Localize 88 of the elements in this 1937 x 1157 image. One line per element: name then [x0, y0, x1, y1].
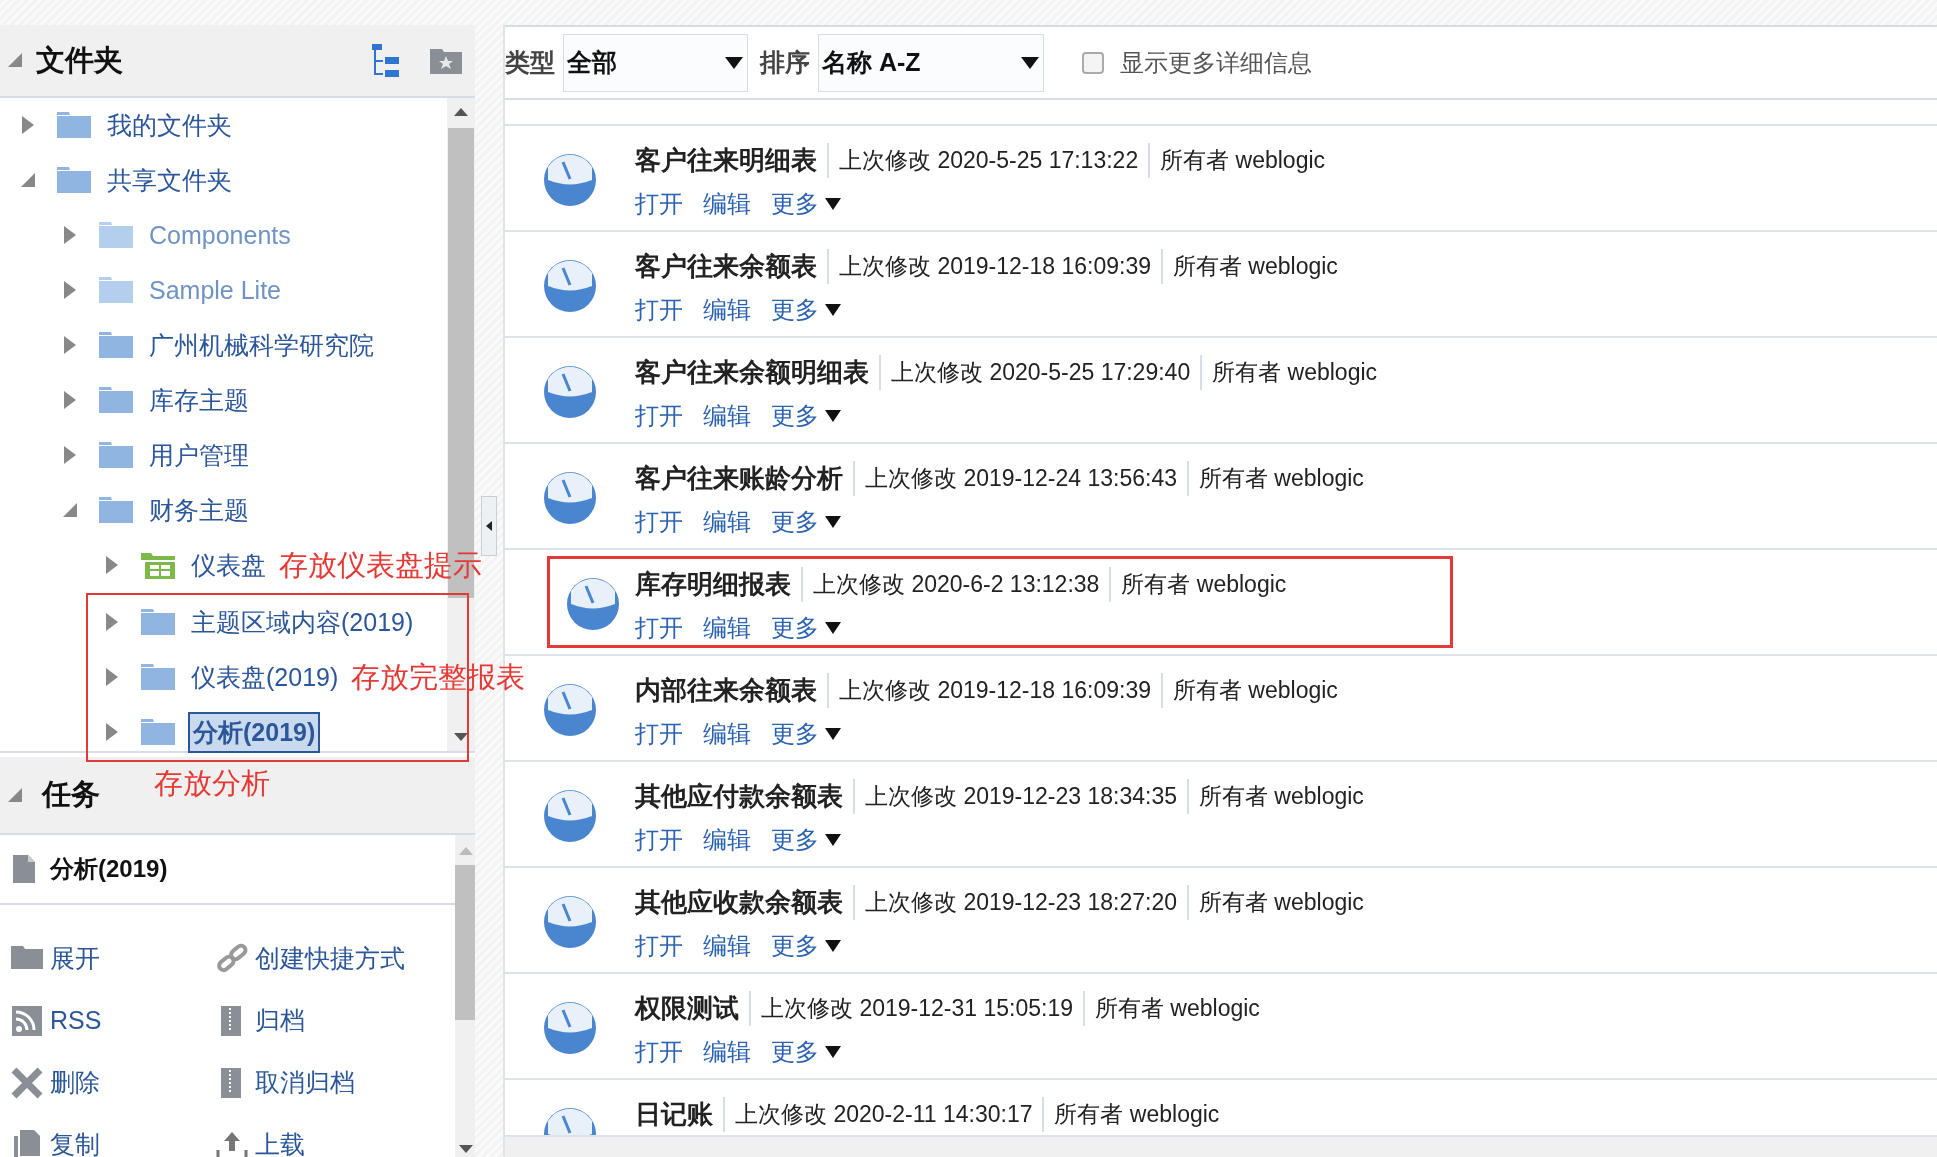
- modified-time: 上次修改 2020-2-11 14:30:17: [723, 1097, 1033, 1132]
- folder-name[interactable]: 库存主题: [146, 381, 252, 420]
- more-menu-link[interactable]: 更多: [771, 186, 841, 222]
- task-action-link[interactable]: 展开: [10, 936, 215, 981]
- report-title[interactable]: 客户往来账龄分析: [635, 459, 843, 498]
- modified-time: 上次修改 2020-5-25 17:13:22: [827, 143, 1139, 178]
- more-menu-link[interactable]: 更多: [771, 504, 841, 540]
- action-link[interactable]: 编辑: [703, 292, 751, 328]
- owner: 所有者 weblogic: [1160, 673, 1338, 708]
- modified-time: 上次修改 2020-6-2 13:12:38: [801, 567, 1100, 602]
- task-action-link[interactable]: 取消归档: [215, 1060, 455, 1105]
- task-action-link[interactable]: 归档: [215, 998, 455, 1043]
- folder-name[interactable]: 仪表盘: [188, 546, 269, 585]
- more-menu-link[interactable]: 更多: [771, 398, 841, 434]
- action-link[interactable]: 打开: [635, 292, 683, 328]
- action-link[interactable]: 编辑: [703, 928, 751, 964]
- modified-time: 上次修改 2019-12-31 15:05:19: [749, 991, 1073, 1026]
- more-menu-link[interactable]: 更多: [771, 292, 841, 328]
- action-link[interactable]: 编辑: [703, 1034, 751, 1070]
- action-link[interactable]: 编辑: [703, 822, 751, 858]
- more-menu-link[interactable]: 更多: [771, 822, 841, 858]
- action-link[interactable]: 编辑: [703, 716, 751, 752]
- owner: 所有者 weblogic: [1200, 355, 1378, 390]
- folder-name[interactable]: 用户管理: [146, 436, 252, 475]
- report-title[interactable]: 库存明细报表: [635, 565, 791, 604]
- modified-time: 上次修改 2020-5-25 17:29:40: [879, 355, 1191, 390]
- folder-name[interactable]: 仪表盘(2019): [188, 658, 342, 697]
- action-link[interactable]: 编辑: [703, 398, 751, 434]
- owner: 所有者 weblogic: [1160, 249, 1338, 284]
- type-label: 类型: [505, 46, 555, 78]
- modified-time: 上次修改 2019-12-24 13:56:43: [853, 461, 1177, 496]
- more-menu-link[interactable]: 更多: [771, 1034, 841, 1070]
- action-link[interactable]: 打开: [635, 1034, 683, 1070]
- task-action-link[interactable]: 上载: [215, 1122, 455, 1157]
- type-dropdown[interactable]: 全部: [563, 33, 748, 92]
- folder-name[interactable]: 主题区域内容(2019): [188, 603, 417, 642]
- action-link[interactable]: 打开: [635, 822, 683, 858]
- action-link[interactable]: 编辑: [703, 504, 751, 540]
- panel-title: 文件夹: [36, 42, 123, 78]
- more-menu-link[interactable]: 更多: [771, 610, 841, 646]
- owner: 所有者 weblogic: [1109, 567, 1287, 602]
- more-menu-link[interactable]: 更多: [771, 716, 841, 752]
- owner: 所有者 weblogic: [1186, 779, 1364, 814]
- modified-time: 上次修改 2019-12-23 18:27:20: [853, 885, 1177, 920]
- modified-time: 上次修改 2019-12-18 16:09:39: [827, 249, 1151, 284]
- folder-name[interactable]: 财务主题: [146, 491, 252, 530]
- action-link[interactable]: 打开: [635, 928, 683, 964]
- action-link[interactable]: 打开: [635, 610, 683, 646]
- task-action-link[interactable]: 创建快捷方式: [215, 936, 455, 981]
- task-action-link[interactable]: 复制: [10, 1122, 215, 1157]
- folder-name[interactable]: 共享文件夹: [104, 161, 235, 200]
- owner: 所有者 weblogic: [1186, 885, 1364, 920]
- action-link[interactable]: 打开: [635, 716, 683, 752]
- panel-title: 任务: [42, 777, 100, 812]
- details-checkbox-label: 显示更多详细信息: [1120, 47, 1312, 78]
- annotation-text: 存放仪表盘提示: [279, 547, 482, 583]
- report-title[interactable]: 客户往来余额明细表: [635, 353, 869, 392]
- folder-name[interactable]: Components: [146, 216, 294, 255]
- annotation-text: 存放完整报表: [351, 659, 526, 695]
- owner: 所有者 weblogic: [1082, 991, 1260, 1026]
- action-link[interactable]: 打开: [635, 398, 683, 434]
- report-title[interactable]: 客户往来明细表: [635, 141, 817, 180]
- report-title[interactable]: 内部往来余额表: [635, 671, 817, 710]
- annotation-text: 存放分析: [154, 766, 270, 801]
- owner: 所有者 weblogic: [1148, 143, 1326, 178]
- action-link[interactable]: 编辑: [703, 186, 751, 222]
- modified-time: 上次修改 2019-12-23 18:34:35: [853, 779, 1177, 814]
- folder-name[interactable]: Sample Lite: [146, 271, 285, 310]
- report-title[interactable]: 日记账: [635, 1095, 713, 1134]
- selected-item-name: 分析(2019): [50, 853, 168, 884]
- folder-name[interactable]: 分析(2019): [188, 711, 321, 754]
- folder-name[interactable]: 我的文件夹: [104, 106, 235, 145]
- report-title[interactable]: 权限测试: [635, 989, 739, 1028]
- owner: 所有者 weblogic: [1186, 461, 1364, 496]
- owner: 所有者 weblogic: [1042, 1097, 1220, 1132]
- folder-name[interactable]: 广州机械科学研究院: [146, 326, 377, 365]
- task-action-link[interactable]: RSS: [10, 998, 215, 1043]
- sort-dropdown[interactable]: 名称 A-Z: [818, 33, 1044, 92]
- report-title[interactable]: 客户往来余额表: [635, 247, 817, 286]
- report-title[interactable]: 其他应收款余额表: [635, 883, 843, 922]
- modified-time: 上次修改 2019-12-18 16:09:39: [827, 673, 1151, 708]
- sort-label: 排序: [760, 46, 810, 78]
- action-link[interactable]: 编辑: [703, 610, 751, 646]
- report-title[interactable]: 其他应付款余额表: [635, 777, 843, 816]
- action-link[interactable]: 打开: [635, 186, 683, 222]
- task-action-link[interactable]: 删除: [10, 1060, 215, 1105]
- action-link[interactable]: 打开: [635, 504, 683, 540]
- more-menu-link[interactable]: 更多: [771, 928, 841, 964]
